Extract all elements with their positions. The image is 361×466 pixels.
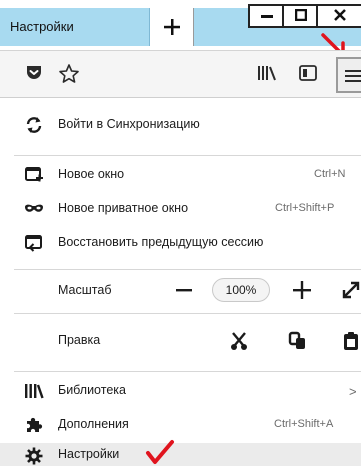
annotation-checkmark-icon [146,440,174,464]
menu-item-label: Библиотека [58,383,126,397]
new-tab-button[interactable] [150,8,194,46]
menu-item-shortcut: Ctrl+Shift+P [275,202,335,214]
zoom-in-button[interactable] [291,279,313,301]
puzzle-icon [27,417,43,432]
copy-icon[interactable] [287,330,309,352]
sidebar-icon[interactable] [298,63,318,83]
toolbar [0,50,361,98]
minimize-button[interactable] [250,6,284,26]
menu-item-private-window[interactable]: Новое приватное окно Ctrl+Shift+P [0,193,361,225]
menu-item-sync[interactable]: Войти в Синхронизацию [0,109,361,141]
paste-icon[interactable] [340,330,361,352]
title-bar: Настройки [0,0,361,57]
zoom-out-button[interactable] [174,280,194,300]
menu-separator [14,269,361,270]
menu-item-label: Войти в Синхронизацию [58,117,200,131]
pocket-icon[interactable] [24,63,44,83]
private-mask-icon [25,204,43,212]
maximize-button[interactable] [284,6,318,26]
menu-separator [14,371,361,372]
gear-icon [25,447,43,465]
new-window-icon [25,167,43,182]
sync-icon [26,117,42,133]
library-icon [25,384,44,399]
tab-settings[interactable]: Настройки [0,8,150,46]
menu-separator [14,155,361,156]
tab-title: Настройки [10,19,74,34]
menu-item-shortcut: Ctrl+N [314,168,346,180]
maximize-icon [295,9,307,21]
fullscreen-icon[interactable] [340,279,361,301]
menu-item-shortcut: Ctrl+Shift+A [274,418,334,430]
menu-item-label: Правка [58,333,101,347]
menu-item-label: Настройки [58,447,120,461]
hamburger-menu-icon [345,70,361,82]
window-controls [248,4,361,28]
app-menu: Войти в Синхронизацию Новое окно Ctrl+N … [0,99,361,466]
menu-item-library[interactable]: Библиотека > [0,375,361,407]
menu-item-label: Масштаб [58,283,112,297]
cut-icon[interactable] [228,330,250,352]
close-icon [334,9,346,21]
menu-item-label: Восстановить предыдущую сессию [58,235,264,249]
menu-item-label: Дополнения [58,417,129,431]
menu-item-addons[interactable]: Дополнения Ctrl+Shift+A [0,409,361,441]
bookmark-star-icon[interactable] [58,63,80,85]
close-window-button[interactable] [318,6,361,26]
menu-item-new-window[interactable]: Новое окно Ctrl+N [0,159,361,191]
submenu-arrow-icon: > [349,384,357,399]
menu-item-restore-session[interactable]: Восстановить предыдущую сессию [0,227,361,259]
menu-item-settings[interactable]: Настройки [0,440,361,466]
menu-separator [14,313,361,314]
menu-item-zoom: Масштаб 100% [0,275,361,307]
menu-item-edit: Правка [0,325,361,357]
restore-session-icon [25,235,42,252]
menu-item-label: Новое приватное окно [58,201,189,215]
minimize-icon [261,15,273,18]
library-icon[interactable] [256,63,278,83]
zoom-reset-button[interactable]: 100% [212,278,270,302]
plus-icon [164,19,180,35]
menu-item-label: Новое окно [58,167,125,181]
hamburger-menu-button[interactable] [336,57,361,93]
